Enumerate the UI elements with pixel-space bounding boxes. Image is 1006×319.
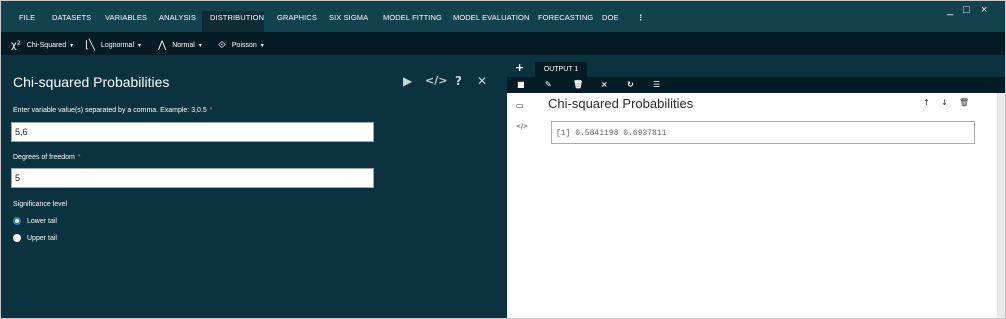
- df-label-text: Degrees of freedom: [13, 154, 75, 161]
- lognormal-icon: ⌊╲: [85, 39, 95, 51]
- panel-title: Chi-squared Probabilities: [13, 74, 170, 90]
- submenu-label: Lognormal: [100, 41, 134, 49]
- code-icon[interactable]: </>: [425, 74, 447, 87]
- menu-file[interactable]: FILE: [19, 13, 35, 22]
- radio-button[interactable]: [13, 234, 21, 242]
- code-icon[interactable]: </>: [516, 123, 528, 130]
- app-window: FILE DATASETS VARIABLES ANALYSIS DISTRIB…: [0, 0, 1006, 319]
- submenu-normal[interactable]: ⋀ Normal ▾: [158, 39, 202, 51]
- close-window-icon[interactable]: ×: [981, 4, 987, 16]
- values-label-text: Enter variable value(s) separated by a c…: [13, 107, 207, 114]
- menu-distribution[interactable]: DISTRIBUTION: [210, 13, 264, 22]
- output-title: Chi-squared Probabilities: [548, 96, 694, 111]
- help-icon[interactable]: ?: [455, 74, 462, 88]
- close-icon[interactable]: ✕: [477, 74, 487, 88]
- df-label: Degrees of freedom *: [13, 154, 81, 161]
- required-marker: *: [77, 154, 81, 161]
- move-up-icon[interactable]: ↑: [923, 98, 930, 107]
- menu-more-icon[interactable]: ⋮: [637, 13, 645, 22]
- run-icon[interactable]: ▶: [403, 74, 412, 88]
- submenu-label: Normal: [172, 41, 195, 49]
- menu-doe[interactable]: DOE: [602, 13, 619, 22]
- output-toolbar: ■ ✎ 🗑 × ↻ ☰: [507, 77, 1005, 93]
- df-input[interactable]: [11, 168, 374, 188]
- radio-upper-tail[interactable]: Upper tail: [13, 234, 57, 242]
- submenu-lognormal[interactable]: ⌊╲ Lognormal ▾: [85, 39, 141, 51]
- submenu-poisson[interactable]: ⟐ Poisson ▾: [218, 39, 264, 51]
- refresh-icon[interactable]: ↻: [627, 80, 634, 89]
- minimize-icon[interactable]: _: [947, 4, 953, 16]
- trash-icon[interactable]: 🗑: [959, 98, 969, 107]
- delete-icon[interactable]: 🗑: [573, 80, 583, 89]
- submenu-chi-squared[interactable]: χ² Chi-Squared ▾: [11, 39, 73, 51]
- tab-output-1[interactable]: OUTPUT 1: [535, 62, 587, 78]
- menu-six-sigma[interactable]: SIX SIGMA: [329, 13, 368, 22]
- maximize-icon[interactable]: □: [963, 4, 970, 16]
- distribution-submenu: χ² Chi-Squared ▾ ⌊╲ Lognormal ▾ ⋀ Normal…: [1, 32, 1005, 55]
- menu-model-evaluation[interactable]: MODEL EVALUATION: [453, 13, 529, 22]
- chevron-down-icon: ▾: [198, 42, 202, 49]
- submenu-label: Chi-Squared: [26, 41, 67, 49]
- values-input[interactable]: [11, 122, 374, 142]
- chi-squared-icon: χ²: [11, 39, 21, 51]
- radio-label: Lower tail: [27, 217, 57, 225]
- edit-icon[interactable]: ✎: [545, 80, 552, 89]
- significance-label: Significance level: [13, 201, 68, 208]
- top-menubar: FILE DATASETS VARIABLES ANALYSIS DISTRIB…: [1, 1, 1005, 32]
- dialog-panel: Chi-squared Probabilities ▶ </> ? ✕ Ente…: [1, 55, 503, 318]
- block-icon[interactable]: ▭: [516, 101, 524, 110]
- menu-graphics[interactable]: GRAPHICS: [277, 13, 317, 22]
- list-icon[interactable]: ☰: [653, 80, 660, 89]
- chevron-down-icon: ▾: [138, 42, 142, 49]
- chevron-down-icon: ▾: [260, 42, 264, 49]
- values-label: Enter variable value(s) separated by a c…: [13, 107, 213, 114]
- menu-model-fitting[interactable]: MODEL FITTING: [383, 13, 442, 22]
- move-down-icon[interactable]: ↓: [941, 98, 948, 107]
- menu-datasets[interactable]: DATASETS: [52, 13, 91, 22]
- required-marker: *: [209, 107, 213, 114]
- chevron-down-icon: ▾: [70, 42, 74, 49]
- radio-label: Upper tail: [27, 234, 57, 242]
- radio-button-selected[interactable]: [13, 217, 21, 225]
- menu-forecasting[interactable]: FORECASTING: [538, 13, 593, 22]
- submenu-label: Poisson: [231, 41, 257, 49]
- result-output: [1] 0.5841198 0.6937811: [551, 121, 975, 144]
- menu-variables[interactable]: VARIABLES: [105, 13, 147, 22]
- add-output-icon[interactable]: +: [515, 61, 524, 74]
- close-output-icon[interactable]: ×: [601, 80, 608, 89]
- add-block-icon[interactable]: ■: [517, 80, 525, 89]
- normal-curve-icon: ⋀: [158, 39, 167, 51]
- menu-analysis[interactable]: ANALYSIS: [159, 13, 196, 22]
- radio-lower-tail[interactable]: Lower tail: [13, 217, 57, 225]
- poisson-icon: ⟐: [218, 39, 226, 51]
- scrollbar[interactable]: [997, 93, 1005, 318]
